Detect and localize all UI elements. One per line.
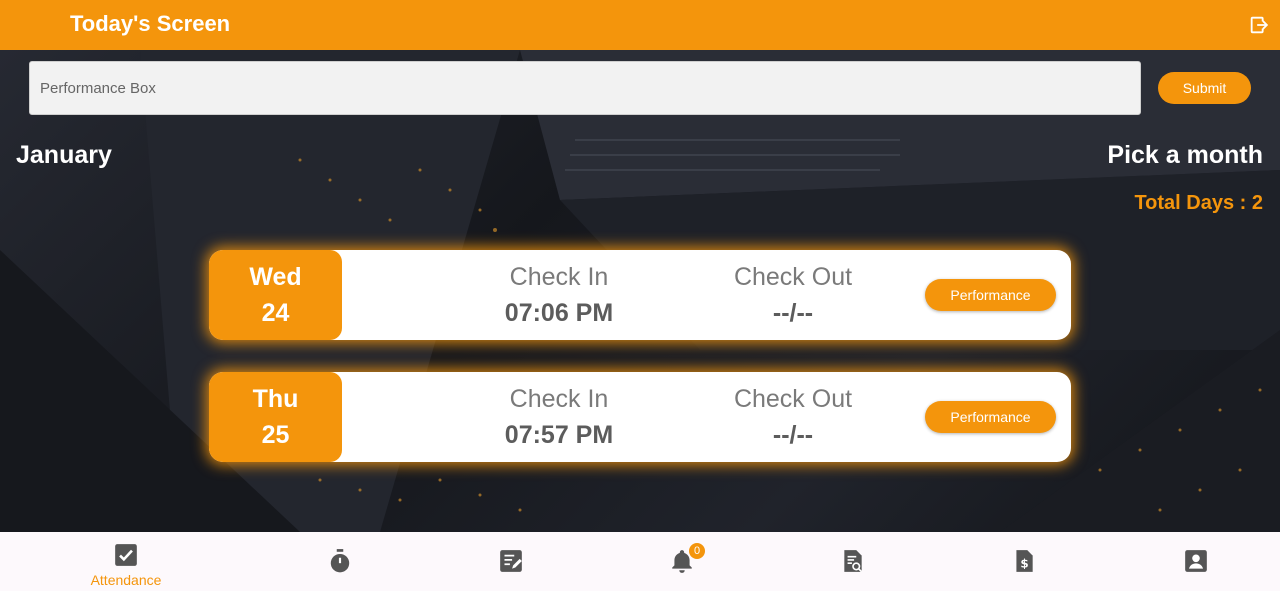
nav-profile[interactable] <box>1126 532 1266 591</box>
attendance-card: Wed 24 Check In 07:06 PM Check Out --/--… <box>209 250 1071 340</box>
performance-button[interactable]: Performance <box>925 401 1056 433</box>
check-in-label: Check In <box>509 385 609 413</box>
nav-timer[interactable] <box>270 532 410 591</box>
app-title: Today's Screen <box>70 11 231 36</box>
day-of-week: Thu <box>252 385 299 413</box>
check-in-column: Check In 07:57 PM <box>449 372 669 462</box>
check-out-time: --/-- <box>772 299 814 327</box>
total-days-label: Total Days : 2 <box>1134 192 1263 214</box>
logout-icon[interactable] <box>1248 14 1270 36</box>
nav-attendance[interactable]: Attendance <box>56 532 196 591</box>
stopwatch-icon <box>330 549 350 573</box>
bottom-navigation: Attendance 0 $ <box>0 532 1280 591</box>
check-in-column: Check In 07:06 PM <box>449 250 669 340</box>
performance-box-input[interactable] <box>29 61 1141 115</box>
submit-button[interactable]: Submit <box>1158 72 1251 104</box>
performance-button[interactable]: Performance <box>925 279 1056 311</box>
check-out-time: --/-- <box>772 421 814 449</box>
check-out-column: Check Out --/-- <box>683 250 903 340</box>
notification-count-badge: 0 <box>689 543 705 559</box>
check-in-time: 07:57 PM <box>504 421 614 449</box>
invoice-dollar-icon: $ <box>1016 550 1033 572</box>
document-search-icon <box>844 550 863 573</box>
attendance-card: Thu 25 Check In 07:57 PM Check Out --/--… <box>209 372 1071 462</box>
account-box-icon <box>1185 550 1207 572</box>
top-app-bar: Today's Screen <box>0 0 1280 50</box>
document-edit-icon <box>500 550 522 572</box>
day-of-week: Wed <box>249 263 302 291</box>
nav-report[interactable] <box>441 532 581 591</box>
day-number: 25 <box>261 421 290 449</box>
date-badge: Wed 24 <box>209 250 342 340</box>
checkbox-icon <box>115 544 137 566</box>
day-number: 24 <box>261 299 290 327</box>
check-out-column: Check Out --/-- <box>683 372 903 462</box>
nav-salary[interactable]: $ <box>954 532 1094 591</box>
check-out-label: Check Out <box>733 263 853 291</box>
check-in-label: Check In <box>509 263 609 291</box>
check-out-label: Check Out <box>733 385 853 413</box>
nav-notifications[interactable]: 0 <box>612 532 752 591</box>
month-title: January <box>16 141 112 169</box>
nav-attendance-label: Attendance <box>90 572 162 588</box>
date-badge: Thu 25 <box>209 372 342 462</box>
check-in-time: 07:06 PM <box>504 299 614 327</box>
svg-text:$: $ <box>1020 557 1028 571</box>
pick-month-button[interactable]: Pick a month <box>1107 141 1263 170</box>
nav-review[interactable] <box>783 532 923 591</box>
